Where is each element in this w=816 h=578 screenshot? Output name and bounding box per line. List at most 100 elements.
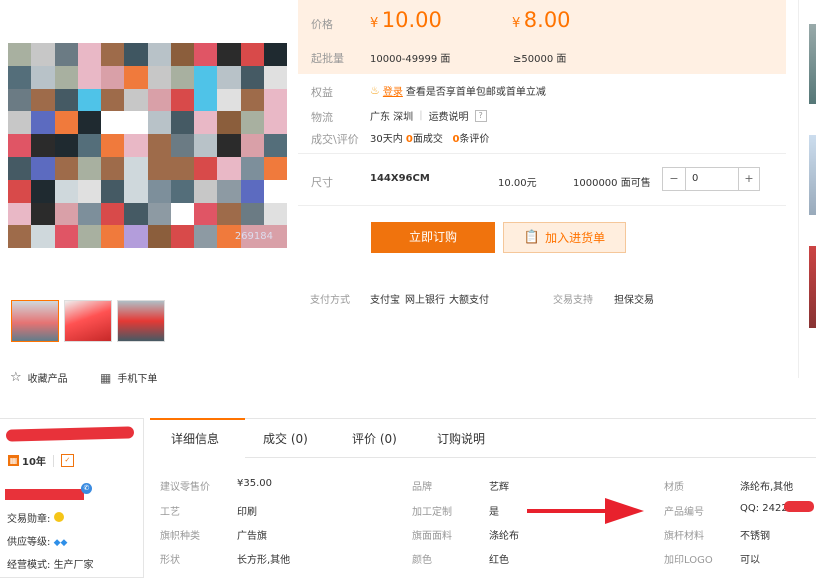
deals-count[interactable]: 0 [406,134,413,145]
shipping-fee-link[interactable]: 运费说明 [429,108,469,123]
mosaic-tile [101,134,125,158]
mosaic-tile [124,65,148,90]
mosaic-tile [31,88,55,112]
attr-label: 颜色 [412,555,432,566]
redacted-qq [784,501,814,512]
attr-value: 可以 [740,555,760,566]
mosaic-tile [217,202,241,226]
mosaic-tile [194,111,218,135]
mosaic-tile [147,225,172,248]
mosaic-tile [263,179,287,204]
trade-medal-label: 交易勋章: [7,514,51,525]
tab-order-info[interactable]: 订购说明 [437,430,485,447]
trade-medal-row: 交易勋章: [7,510,64,525]
mosaic-tile [8,111,32,135]
login-link[interactable]: 登录 [383,83,403,98]
medal-icon [53,512,64,522]
mosaic-tile [124,179,148,204]
tab-reviews[interactable]: 评价 (0) [352,430,397,447]
separator: | [419,110,423,121]
tab-transactions[interactable]: 成交 (0) [263,430,308,447]
mosaic-tile [240,134,265,158]
qrcode-icon: ▦ [100,370,112,385]
sku-label: 尺寸 [311,176,333,189]
trade-support-label: 交易支持 [553,295,593,306]
mosaic-tile [8,134,32,158]
mosaic-tile [54,43,79,67]
verified-icon[interactable]: ✓ [60,454,74,467]
increase-button[interactable]: + [738,168,759,190]
side-thumbnail[interactable] [809,135,816,215]
side-thumbnail[interactable] [809,246,816,328]
mosaic-tile [194,157,218,181]
side-thumbnail[interactable] [809,24,816,104]
mosaic-tile [77,157,102,181]
star-icon: ☆ [10,370,22,385]
mosaic-tile [77,179,102,204]
add-to-cart-button[interactable]: 📋 加入进货单 [503,222,626,253]
mosaic-tile [124,43,148,67]
mosaic-tile [240,179,265,204]
payment-method-alipay: 支付宝 [370,295,400,306]
quantity-input[interactable]: 0 [686,168,738,190]
mosaic-tile [147,157,172,181]
supply-level-label: 供应等级: [7,537,51,548]
thumbnail-3[interactable] [117,300,165,342]
mosaic-tile [217,179,241,204]
mobile-order-button[interactable]: ▦ 手机下单 [100,370,158,386]
attr-label: 材质 [664,482,684,493]
mosaic-tile [101,179,125,204]
mosaic-tile [147,134,172,158]
mosaic-tile [240,202,265,226]
mosaic-tile [263,157,287,181]
rights-text: 查看是否享首单包邮或首单立减 [405,87,546,98]
attr-value: 艺辉 [489,482,509,493]
main-product-image[interactable]: 269184 [8,43,287,248]
image-watermark: 269184 [234,231,273,242]
mosaic-tile [194,43,218,67]
attr-label: 形状 [160,555,180,566]
mosaic-tile [170,88,195,112]
thumbnail-1[interactable] [11,300,59,342]
sku-stock: 1000000 面可售 [573,178,651,189]
mosaic-tile [31,134,55,158]
tab-detail[interactable]: 详细信息 [171,430,219,447]
mosaic-tile [240,157,265,181]
mosaic-tile [217,88,241,112]
mosaic-tile [240,111,265,135]
wangwang-icon[interactable]: ✆ [81,483,92,494]
trade-support-value: 担保交易 [614,295,654,306]
favorite-button[interactable]: ☆ 收藏产品 [10,370,68,385]
favorite-label: 收藏产品 [27,374,68,385]
attr-label: 建议零售价 [160,482,210,493]
mosaic-tile [124,225,148,248]
business-mode-label: 经营模式: [7,560,51,571]
help-icon[interactable]: ? [474,109,487,122]
mosaic-tile [8,65,32,90]
mosaic-tile [77,202,102,226]
thumbnail-2[interactable] [64,300,112,342]
order-now-button[interactable]: 立即订购 [371,222,495,253]
deals-period: 30天内 [370,134,403,145]
currency-symbol: ¥ [512,16,521,31]
payment-method-large: 大额支付 [449,295,489,306]
decrease-button[interactable]: − [663,168,686,190]
mosaic-tile [31,157,55,181]
currency-symbol: ¥ [370,16,379,31]
attr-label: 品牌 [412,482,432,493]
sku-size[interactable]: 144X96CM [370,173,430,184]
diamond-icon: ◆◆ [53,538,68,548]
mosaic-tile [124,88,148,112]
mosaic-tile [8,179,32,204]
attr-label: 旗杆材料 [664,531,704,542]
mobile-order-label: 手机下单 [117,374,158,385]
mosaic-tile [54,65,79,90]
mosaic-tile [147,88,172,112]
mosaic-tile [147,202,172,226]
tier2-price-value: 8.00 [523,8,571,32]
mosaic-tile [170,157,195,181]
attr-value: 长方形,其他 [237,555,291,566]
mosaic-tile [124,111,148,135]
mosaic-tile [170,225,195,248]
mosaic-tile [217,65,241,90]
